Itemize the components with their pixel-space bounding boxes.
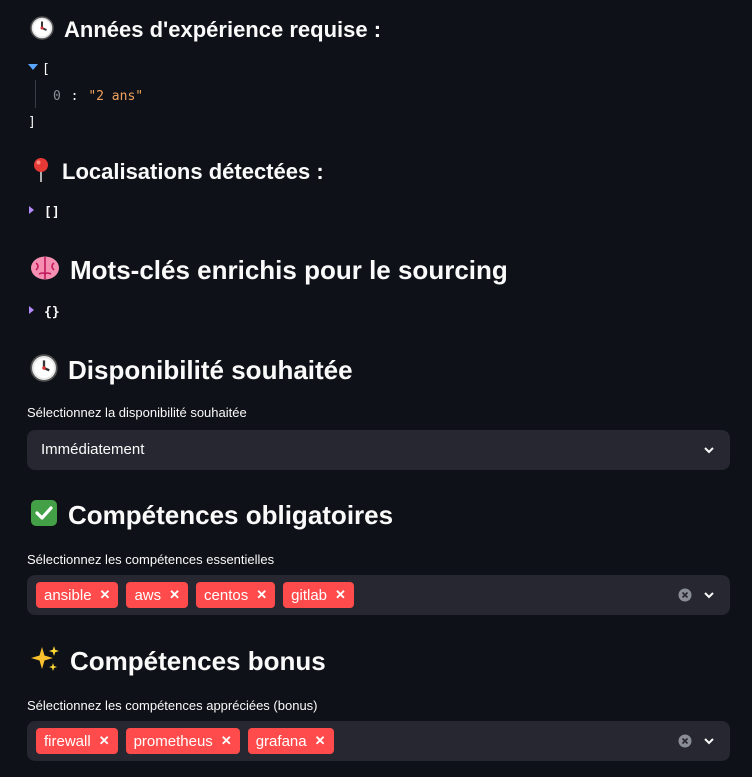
skill-tag-label: gitlab (291, 586, 328, 604)
check-mark-icon (30, 499, 58, 531)
keywords-title: Mots-clés enrichis pour le sourcing (70, 254, 508, 285)
remove-tag-icon[interactable]: ✕ (99, 733, 110, 749)
chevron-down-icon[interactable] (702, 443, 716, 457)
sparkles-icon (30, 645, 60, 677)
required-skills-label: Sélectionnez les compétences essentielle… (27, 552, 275, 567)
expand-toggle-icon[interactable] (29, 206, 34, 214)
skill-tag-label: centos (204, 586, 249, 604)
collapse-toggle-icon[interactable] (28, 64, 38, 70)
clear-all-icon[interactable] (678, 734, 692, 748)
experience-title: Années d'expérience requise : (64, 17, 382, 42)
keywords-heading: Mots-clés enrichis pour le sourcing (30, 252, 508, 288)
json-open-bracket: [ (42, 62, 50, 77)
remove-tag-icon[interactable]: ✕ (315, 733, 326, 749)
availability-select[interactable]: Immédiatement (27, 430, 730, 470)
json-close-bracket: ] (28, 115, 36, 130)
skill-tag: firewall ✕ (36, 728, 118, 754)
required-skills-heading: Compétences obligatoires (30, 497, 393, 533)
skill-tag-label: aws (134, 586, 162, 604)
bonus-skills-label: Sélectionnez les compétences appréciées … (27, 698, 318, 713)
skill-tag-label: ansible (44, 586, 92, 604)
skill-tag: grafana ✕ (247, 728, 334, 754)
remove-tag-icon[interactable]: ✕ (256, 587, 267, 603)
chevron-down-icon[interactable] (702, 588, 716, 602)
bonus-skills-heading: Compétences bonus (30, 643, 326, 679)
clock-icon (30, 16, 54, 44)
brain-icon (30, 255, 60, 285)
json-item-separator: : (70, 89, 79, 104)
skill-tag: prometheus ✕ (125, 728, 240, 754)
locations-title: Localisations détectées : (62, 159, 324, 184)
keywords-json-value: {} (44, 305, 60, 320)
availability-heading: Disponibilité souhaitée (30, 352, 353, 388)
required-skills-title: Compétences obligatoires (68, 499, 394, 530)
remove-tag-icon[interactable]: ✕ (221, 733, 232, 749)
skill-tag: gitlab ✕ (283, 582, 354, 608)
json-item-row: 0 : "2 ans" (53, 89, 143, 104)
required-skills-tags: ansible ✕ aws ✕ centos ✕ gitlab ✕ (36, 582, 354, 608)
availability-title: Disponibilité souhaitée (68, 354, 353, 385)
experience-heading: Années d'expérience requise : (30, 15, 381, 45)
skill-tag-label: grafana (255, 732, 307, 750)
skill-tag: centos ✕ (196, 582, 276, 608)
remove-tag-icon[interactable]: ✕ (335, 587, 346, 603)
bonus-skills-multiselect[interactable]: firewall ✕ prometheus ✕ grafana ✕ (27, 721, 730, 761)
clock-icon (30, 354, 58, 386)
pin-icon (30, 157, 52, 187)
chevron-down-icon[interactable] (702, 734, 716, 748)
bonus-skills-title: Compétences bonus (70, 645, 326, 676)
remove-tag-icon[interactable]: ✕ (100, 587, 111, 603)
json-item-value: "2 ans" (88, 89, 144, 104)
json-item-index: 0 (53, 89, 61, 104)
bonus-skills-tags: firewall ✕ prometheus ✕ grafana ✕ (36, 728, 334, 754)
clear-all-icon[interactable] (678, 588, 692, 602)
remove-tag-icon[interactable]: ✕ (169, 587, 180, 603)
json-indent-guide (35, 80, 36, 108)
skill-tag: aws ✕ (126, 582, 189, 608)
expand-toggle-icon[interactable] (29, 306, 34, 314)
locations-heading: Localisations détectées : (30, 157, 324, 187)
availability-selected-value: Immédiatement (41, 441, 145, 458)
skill-tag: ansible ✕ (36, 582, 119, 608)
skill-tag-label: firewall (44, 732, 91, 750)
required-skills-multiselect[interactable]: ansible ✕ aws ✕ centos ✕ gitlab ✕ (27, 575, 730, 615)
skill-tag-label: prometheus (133, 732, 213, 750)
locations-json-value: [] (44, 205, 60, 220)
availability-label: Sélectionnez la disponibilité souhaitée (27, 405, 247, 420)
